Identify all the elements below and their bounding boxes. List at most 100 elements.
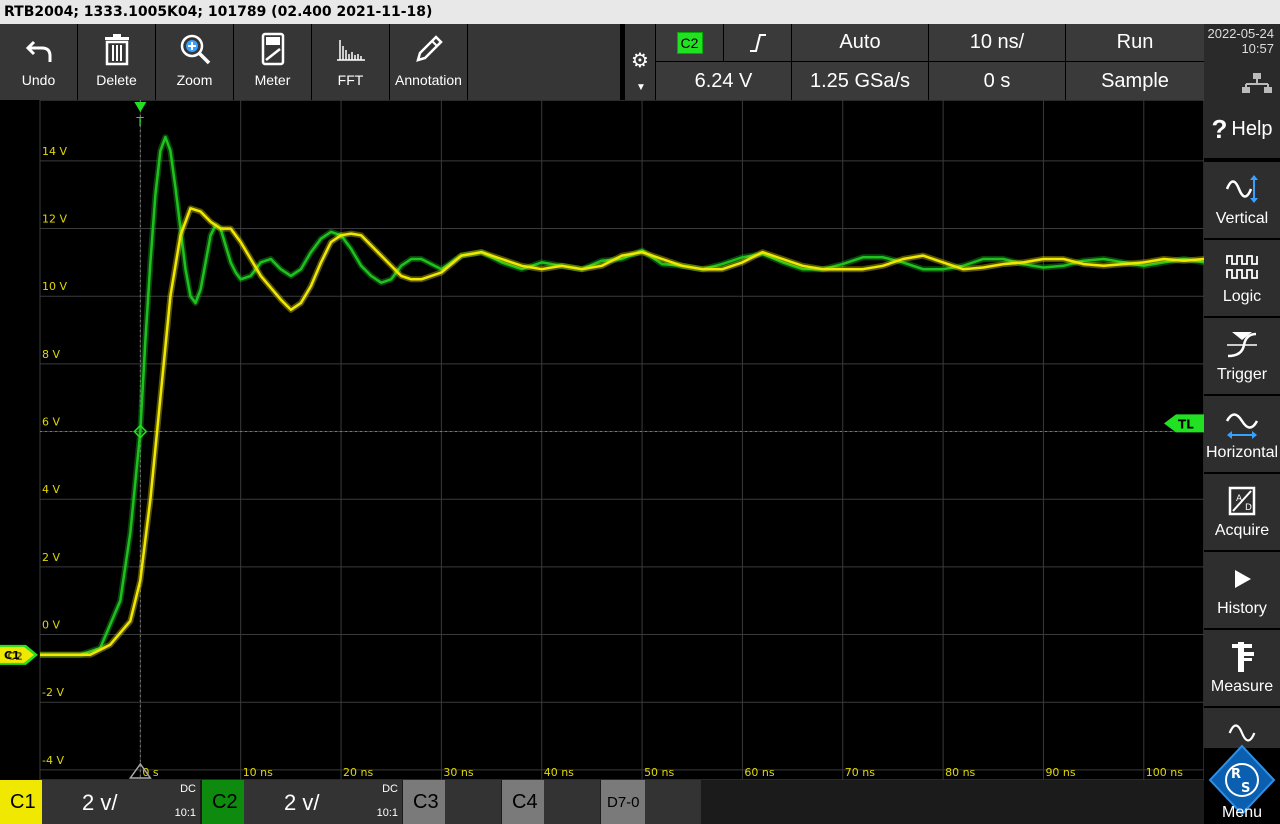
acquisition-mode[interactable]: Sample bbox=[1066, 62, 1204, 100]
channel-info-digital[interactable] bbox=[645, 780, 701, 824]
run-stop-button[interactable]: Run bbox=[1066, 24, 1204, 62]
y-tick-label: 8 V bbox=[42, 348, 60, 361]
undo-button[interactable]: Undo bbox=[0, 24, 78, 100]
x-tick-label: 20 ns bbox=[343, 766, 373, 779]
svg-text:R: R bbox=[1231, 767, 1241, 782]
sample-rate[interactable]: 1.25 GSa/s bbox=[792, 62, 929, 100]
logic-button[interactable]: Logic bbox=[1204, 240, 1280, 316]
horizontal-icon bbox=[1225, 413, 1259, 439]
gear-icon: ⚙ bbox=[631, 50, 649, 72]
meter-label: Meter bbox=[254, 72, 291, 88]
plot-frame bbox=[39, 100, 1204, 780]
delete-button[interactable]: Delete bbox=[78, 24, 156, 100]
y-tick-label: -4 V bbox=[42, 754, 64, 767]
x-tick-label: 10 ns bbox=[243, 766, 273, 779]
trigger-icon bbox=[1227, 332, 1257, 358]
delete-label: Delete bbox=[96, 72, 137, 88]
horizontal-button[interactable]: Horizontal bbox=[1204, 396, 1280, 472]
y-tick-label: 6 V bbox=[42, 416, 60, 429]
history-button[interactable]: History bbox=[1204, 552, 1280, 628]
x-tick-label: 50 ns bbox=[644, 766, 674, 779]
c2-ground-marker-label: C2 bbox=[7, 650, 23, 663]
channel-info-c4[interactable] bbox=[544, 780, 600, 824]
clock-date: 2022-05-24 bbox=[1207, 26, 1275, 41]
trigger-button[interactable]: Trigger bbox=[1204, 318, 1280, 394]
timebase[interactable]: 10 ns/ bbox=[929, 24, 1066, 62]
fft-button[interactable]: FFT bbox=[312, 24, 390, 100]
x-tick-label: 40 ns bbox=[544, 766, 574, 779]
logic-label: Logic bbox=[1222, 288, 1262, 305]
acquire-button[interactable]: AD Acquire bbox=[1204, 474, 1280, 550]
network-icon bbox=[1242, 73, 1272, 93]
help-button[interactable]: ? Help bbox=[1204, 100, 1280, 158]
c2-coupling: DC bbox=[382, 783, 398, 795]
trigger-level-marker-label: TL bbox=[1178, 417, 1194, 431]
channel-tab-c1[interactable]: C1 bbox=[0, 780, 42, 824]
x-tick-label: 80 ns bbox=[945, 766, 975, 779]
right-menu: ? Help Vertical Logic Trigger Horizontal… bbox=[1204, 100, 1280, 780]
trigger-mode[interactable]: Auto bbox=[792, 24, 929, 62]
channel-tab-c2[interactable]: C2 bbox=[202, 780, 244, 824]
measure-button[interactable]: Measure bbox=[1204, 630, 1280, 706]
channel-info-c2[interactable]: 2 v/ DC 10:1 bbox=[244, 780, 402, 824]
y-tick-label: -2 V bbox=[42, 686, 64, 699]
acquire-icon: AD bbox=[1228, 486, 1256, 516]
channel-bar: C1 2 v/ DC 10:1 C2 2 v/ DC 10:1 C3 C4 D7… bbox=[0, 780, 1204, 824]
zoom-label: Zoom bbox=[176, 72, 213, 88]
trigger-level[interactable]: 6.24 V bbox=[656, 62, 792, 100]
y-tick-label: 0 V bbox=[42, 619, 60, 632]
trigger-slope-cell[interactable] bbox=[724, 24, 792, 62]
channel-tab-digital[interactable]: D7-0 bbox=[601, 780, 645, 824]
trigger-source-cell[interactable]: C2 bbox=[656, 24, 724, 62]
caliper-icon bbox=[1232, 642, 1254, 672]
c1-coupling: DC bbox=[180, 783, 196, 795]
trash-icon bbox=[104, 34, 129, 66]
clock: 2022-05-24 10:57 bbox=[1204, 24, 1280, 100]
horizontal-position[interactable]: 0 s bbox=[929, 62, 1066, 100]
undo-label: Undo bbox=[21, 72, 56, 88]
trigger-panel: C2 6.24 V Auto 1.25 GSa/s 10 ns/ 0 s Run… bbox=[656, 24, 1204, 100]
meter-icon bbox=[261, 32, 284, 66]
trigger-source: C2 bbox=[676, 31, 703, 54]
caret-down-icon: ▼ bbox=[636, 82, 646, 93]
title-bar: RTB2004; 1333.1005K04; 101789 (02.400 20… bbox=[0, 0, 1280, 24]
fft-label: FFT bbox=[337, 72, 364, 88]
measure-label: Measure bbox=[1210, 678, 1274, 695]
help-label: Help bbox=[1231, 117, 1273, 140]
logic-icon bbox=[1226, 255, 1258, 279]
undo-icon bbox=[25, 40, 51, 62]
help-icon: ? bbox=[1211, 113, 1228, 144]
c2-probe: 10:1 bbox=[376, 807, 398, 819]
vertical-icon bbox=[1225, 175, 1258, 203]
channel-info-c3[interactable] bbox=[445, 780, 501, 824]
waveform-display[interactable]: 14 V 12 V 10 V 8 V 6 V 4 V 2 V 0 V -2 V -4 V 0 s 1… bbox=[0, 100, 1204, 780]
y-tick-label: 12 V bbox=[42, 213, 67, 226]
y-tick-label: 4 V bbox=[42, 483, 60, 496]
waveform-plot[interactable]: 14 V 12 V 10 V 8 V 6 V 4 V 2 V 0 V -2 V -4 V 0 s 1… bbox=[0, 100, 1204, 780]
svg-text:A: A bbox=[1236, 494, 1243, 504]
y-tick-label: 2 V bbox=[42, 551, 60, 564]
x-tick-label: 0 s bbox=[142, 766, 158, 779]
meter-button[interactable]: Meter bbox=[234, 24, 312, 100]
settings-button[interactable]: ⚙ ▼ bbox=[624, 24, 656, 100]
x-tick-label: 30 ns bbox=[443, 766, 473, 779]
c2-scale: 2 v/ bbox=[284, 790, 320, 815]
toolbar-spacer bbox=[468, 24, 620, 100]
annotation-label: Annotation bbox=[395, 72, 462, 88]
menu-label[interactable]: Menu bbox=[1204, 804, 1280, 822]
zoom-in-icon bbox=[180, 34, 210, 65]
y-tick-label: 14 V bbox=[42, 145, 67, 158]
play-icon bbox=[1235, 570, 1251, 588]
trigger-t-marker: T bbox=[135, 115, 144, 129]
channel-info-c1[interactable]: 2 v/ DC 10:1 bbox=[42, 780, 200, 824]
horizontal-label: Horizontal bbox=[1205, 444, 1279, 461]
vertical-button[interactable]: Vertical bbox=[1204, 162, 1280, 238]
annotation-button[interactable]: Annotation bbox=[390, 24, 468, 100]
channel-tab-c4[interactable]: C4 bbox=[502, 780, 544, 824]
x-tick-label: 90 ns bbox=[1045, 766, 1075, 779]
zoom-button[interactable]: Zoom bbox=[156, 24, 234, 100]
fft-icon bbox=[336, 40, 365, 61]
pencil-icon bbox=[415, 35, 443, 62]
x-tick-label: 70 ns bbox=[845, 766, 875, 779]
channel-tab-c3[interactable]: C3 bbox=[403, 780, 445, 824]
